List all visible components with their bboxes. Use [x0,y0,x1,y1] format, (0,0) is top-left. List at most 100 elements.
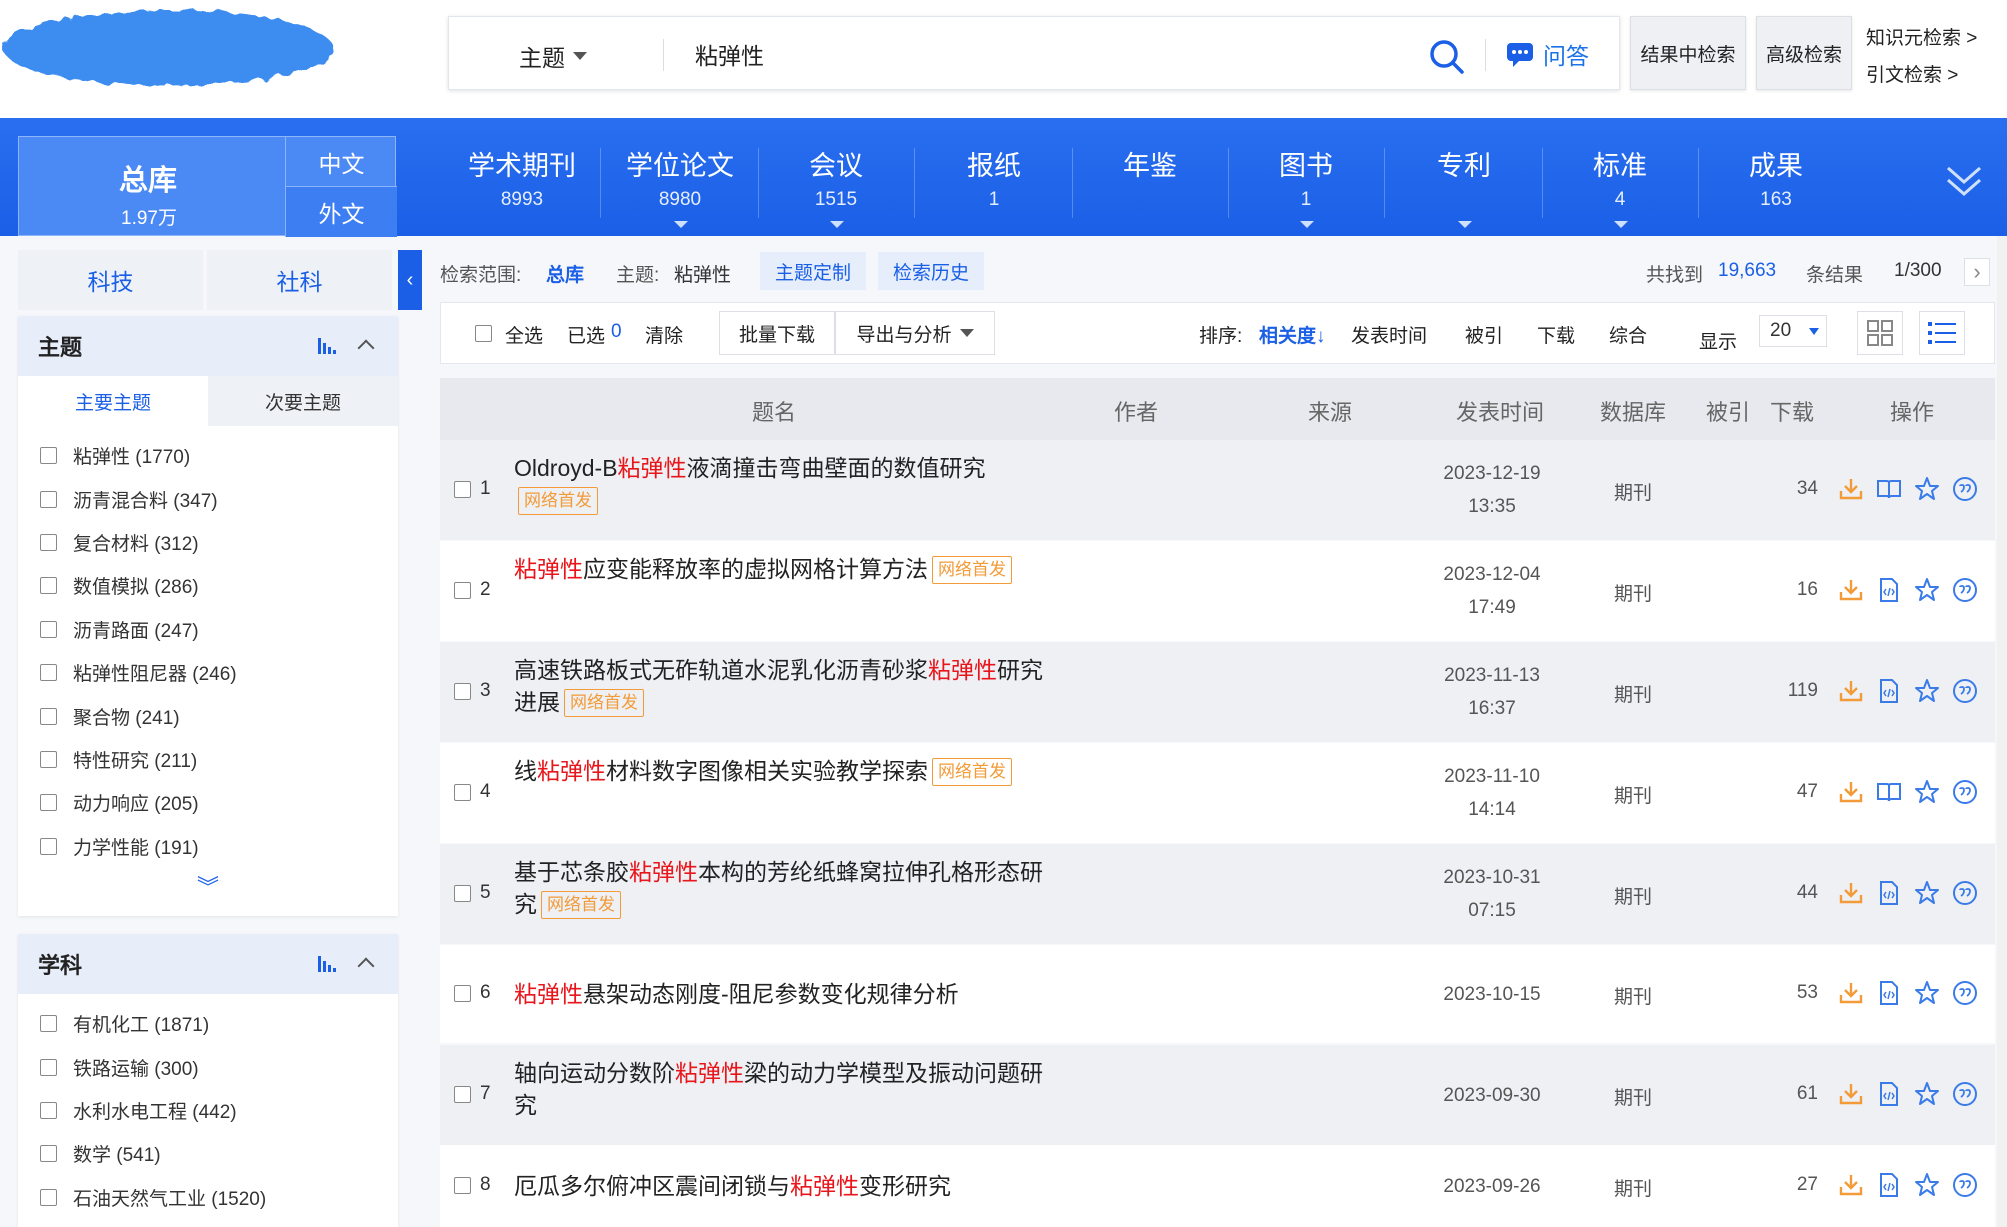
result-title-link[interactable]: 粘弹性应变能释放率的虚拟网格计算方法 网络首发 [514,553,1044,585]
read-online-icon[interactable] [1876,476,1902,508]
checkbox[interactable] [40,533,57,551]
row-checkbox[interactable] [454,1086,471,1103]
tab-minor-topic[interactable]: 次要主题 [208,376,398,426]
cite-quote-icon[interactable] [1952,577,1978,609]
cite-quote-icon[interactable] [1952,1081,1978,1113]
checkbox[interactable] [40,1145,57,1163]
favorite-star-icon[interactable] [1914,678,1940,710]
sort-cited[interactable]: 被引 [1465,321,1503,348]
sort-relevance[interactable]: 相关度↓ [1259,321,1326,348]
search-in-results-button[interactable]: 结果中检索 [1630,16,1746,90]
checkbox[interactable] [40,750,57,768]
cite-quote-icon[interactable] [1952,779,1978,811]
download-icon[interactable] [1838,880,1864,912]
facet-item[interactable]: 铁路运输 (300) [18,1045,398,1088]
search-input[interactable] [695,35,1325,73]
facet-item[interactable]: 石油天然气工业 (1520) [18,1176,398,1219]
facet-item[interactable]: 粘弹性阻尼器 (246) [18,651,398,694]
bar-chart-icon[interactable] [318,336,340,354]
cite-quote-icon[interactable] [1952,980,1978,1012]
result-title-link[interactable]: 粘弹性悬架动态刚度-阻尼参数变化规律分析 [514,978,1044,1010]
topic-custom-button[interactable]: 主题定制 [760,252,866,290]
favorite-star-icon[interactable] [1914,779,1940,811]
checkbox[interactable] [40,1058,57,1076]
list-view-button[interactable] [1919,311,1965,355]
collapse-sidebar-button[interactable]: ‹ [398,250,422,310]
cite-quote-icon[interactable] [1952,1172,1978,1204]
tab-science[interactable]: 科技 [18,250,203,310]
checkbox[interactable] [40,1188,57,1206]
download-icon[interactable] [1838,1172,1864,1204]
facet-item[interactable]: 特性研究 (211) [18,738,398,781]
scrollbar[interactable] [1997,236,2007,1227]
row-checkbox[interactable] [454,985,471,1002]
favorite-star-icon[interactable] [1914,1081,1940,1113]
row-checkbox[interactable] [454,582,471,599]
advanced-search-button[interactable]: 高级检索 [1756,16,1852,90]
checkbox[interactable] [40,664,57,682]
search-history-button[interactable]: 检索历史 [878,252,984,290]
tab-newspaper[interactable]: 报纸 1 [916,144,1072,228]
favorite-star-icon[interactable] [1914,476,1940,508]
panel-header[interactable]: 主题 [18,316,398,376]
row-checkbox[interactable] [454,885,471,902]
grid-view-button[interactable] [1857,311,1903,355]
panel-header[interactable]: 学科 [18,934,398,994]
row-checkbox[interactable] [454,784,471,801]
checkbox[interactable] [40,1015,57,1033]
tab-chinese[interactable]: 中文 [285,137,397,187]
facet-item[interactable]: 水利水电工程 (442) [18,1089,398,1132]
html-reading-icon[interactable] [1876,980,1902,1012]
facet-item[interactable]: 聚合物 (241) [18,694,398,737]
tab-total[interactable]: 总库 1.97万 中文 外文 [18,136,397,237]
facet-item[interactable]: 数学 (541) [18,1132,398,1175]
facet-item[interactable]: 数值模拟 (286) [18,564,398,607]
tab-main-topic[interactable]: 主要主题 [18,376,208,426]
tab-yearbook[interactable]: 年鉴 [1072,144,1228,228]
row-checkbox[interactable] [454,1177,471,1194]
tab-journals[interactable]: 学术期刊 8993 [444,144,600,228]
download-icon[interactable] [1838,980,1864,1012]
cite-quote-icon[interactable] [1952,880,1978,912]
tab-conference[interactable]: 会议 1515 [758,144,914,228]
result-title-link[interactable]: 线粘弹性材料数字图像相关实验教学探索 网络首发 [514,755,1044,787]
checkbox[interactable] [40,490,57,508]
html-reading-icon[interactable] [1876,1172,1902,1204]
facet-item[interactable]: 粘弹性 (1770) [18,434,398,477]
checkbox[interactable] [40,794,57,812]
citation-search-link[interactable]: 引文检索 > [1866,57,1977,94]
html-reading-icon[interactable] [1876,678,1902,710]
tab-foreign[interactable]: 外文 [285,187,397,237]
facet-item[interactable]: 沥青混合料 (347) [18,477,398,520]
sort-date[interactable]: 发表时间 [1351,321,1427,348]
result-title-link[interactable]: 厄瓜多尔俯冲区震间闭锁与粘弹性变形研究 [514,1170,1044,1202]
html-reading-icon[interactable] [1876,577,1902,609]
tab-achievements[interactable]: 成果 163 [1698,144,1854,228]
checkbox[interactable] [40,837,57,855]
result-title-link[interactable]: 轴向运动分数阶粘弹性梁的动力学模型及振动问题研究 [514,1057,1044,1121]
html-reading-icon[interactable] [1876,1081,1902,1113]
search-icon[interactable] [1427,37,1467,77]
cite-quote-icon[interactable] [1952,476,1978,508]
row-checkbox[interactable] [454,683,471,700]
facet-item[interactable]: 力学性能 (191) [18,825,398,868]
chevron-up-icon[interactable] [357,339,375,357]
checkbox[interactable] [40,1101,57,1119]
sort-overall[interactable]: 综合 [1609,321,1647,348]
tab-standards[interactable]: 标准 4 [1542,144,1698,228]
favorite-star-icon[interactable] [1914,577,1940,609]
favorite-star-icon[interactable] [1914,880,1940,912]
search-field-select[interactable]: 主题 [519,39,587,73]
sort-download[interactable]: 下载 [1537,321,1575,348]
batch-download-button[interactable]: 批量下载 [719,311,835,355]
result-title-link[interactable]: 基于芯条胶粘弹性本构的芳纶纸蜂窝拉伸孔格形态研究 网络首发 [514,856,1044,920]
facet-item[interactable]: 动力响应 (205) [18,781,398,824]
facet-item[interactable]: 复合材料 (312) [18,521,398,564]
result-title-link[interactable]: Oldroyd-B粘弹性液滴撞击弯曲壁面的数值研究网络首发 [514,452,1044,516]
tab-theses[interactable]: 学位论文 8980 [602,144,758,228]
select-all-label[interactable]: 全选 [505,321,543,348]
tab-books[interactable]: 图书 1 [1228,144,1384,228]
bar-chart-icon[interactable] [318,954,340,972]
knowledge-search-link[interactable]: 知识元检索 > [1866,20,1977,57]
result-title-link[interactable]: 高速铁路板式无砟轨道水泥乳化沥青砂浆粘弹性研究进展 网络首发 [514,654,1044,718]
